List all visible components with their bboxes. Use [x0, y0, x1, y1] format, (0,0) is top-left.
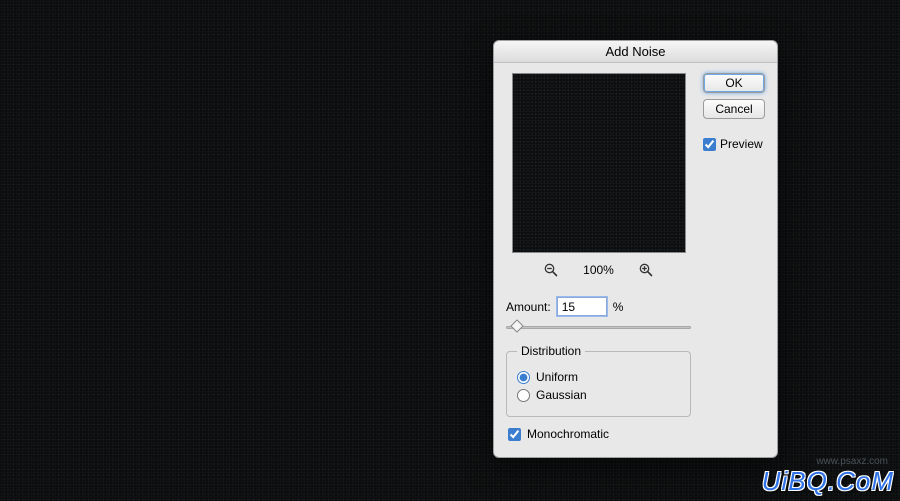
watermark: UiBQ.CoM: [762, 466, 894, 497]
distribution-gaussian-row[interactable]: Gaussian: [517, 388, 680, 402]
dialog-title: Add Noise: [494, 41, 777, 63]
dialog-right-column: OK Cancel Preview: [703, 73, 765, 445]
amount-label: Amount:: [506, 300, 551, 314]
distribution-group: Distribution Uniform Gaussian: [506, 344, 691, 417]
gaussian-radio[interactable]: [517, 389, 530, 402]
monochromatic-checkbox[interactable]: [508, 428, 521, 441]
distribution-uniform-row[interactable]: Uniform: [517, 370, 680, 384]
preview-checkbox[interactable]: [703, 138, 716, 151]
zoom-level: 100%: [583, 263, 614, 277]
amount-slider[interactable]: [506, 318, 691, 336]
amount-unit: %: [613, 300, 624, 314]
monochromatic-label: Monochromatic: [527, 427, 609, 441]
add-noise-dialog: Add Noise 100%: [493, 40, 778, 458]
amount-row: Amount: %: [506, 297, 691, 316]
gaussian-label: Gaussian: [536, 388, 587, 402]
amount-input[interactable]: [557, 297, 607, 316]
uniform-radio[interactable]: [517, 371, 530, 384]
uniform-label: Uniform: [536, 370, 578, 384]
slider-thumb[interactable]: [510, 319, 524, 333]
preview-thumbnail[interactable]: [512, 73, 686, 253]
preview-row[interactable]: Preview: [703, 137, 765, 151]
monochromatic-row[interactable]: Monochromatic: [508, 427, 691, 441]
distribution-legend: Distribution: [517, 344, 585, 358]
zoom-out-icon[interactable]: [543, 262, 559, 278]
preview-label: Preview: [720, 137, 763, 151]
dialog-left-column: 100% Amount: %: [506, 73, 691, 445]
slider-track: [506, 326, 691, 329]
zoom-in-icon[interactable]: [638, 262, 654, 278]
cancel-button[interactable]: Cancel: [703, 99, 765, 119]
zoom-controls: 100%: [506, 257, 691, 283]
dialog-body: 100% Amount: %: [494, 63, 777, 457]
ok-button[interactable]: OK: [703, 73, 765, 93]
